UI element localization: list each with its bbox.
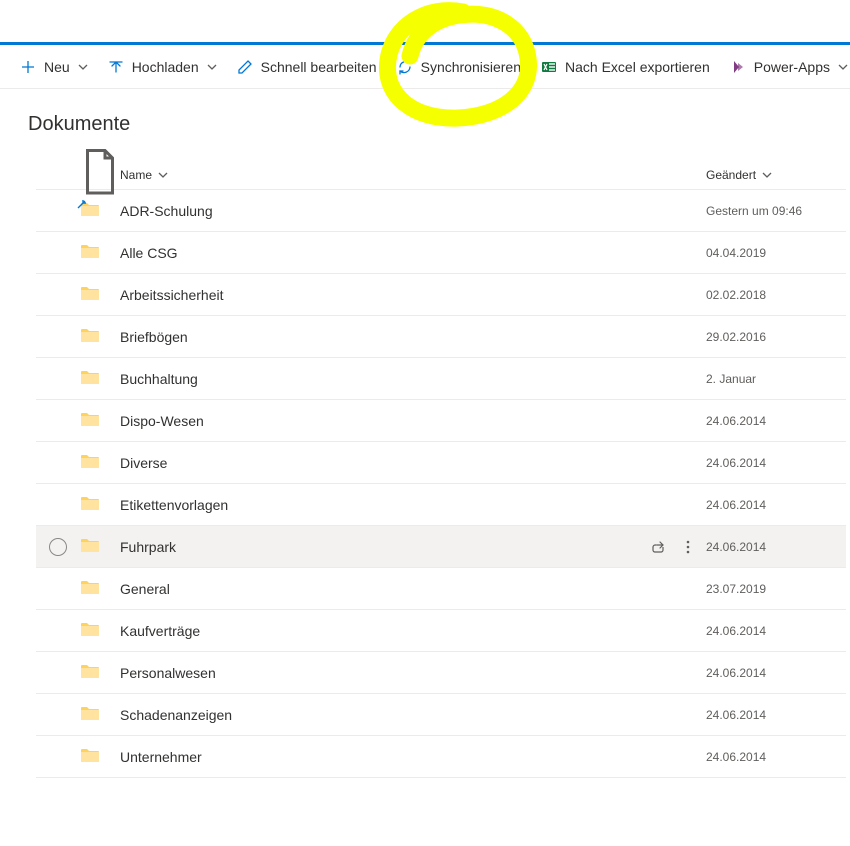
modified-date: 24.06.2014 [706,414,846,428]
chevron-down-icon [78,62,88,72]
folder-icon [80,582,100,598]
export-excel-button[interactable]: Nach Excel exportieren [533,53,718,81]
modified-date: 24.06.2014 [706,624,846,638]
list-row[interactable]: Alle CSG 04.04.2019 [36,232,846,274]
folder-name[interactable]: Dispo-Wesen [120,413,646,429]
modified-date: 24.06.2014 [706,666,846,680]
export-excel-label: Nach Excel exportieren [565,59,710,75]
list-row[interactable]: Diverse 24.06.2014 [36,442,846,484]
sync-label: Synchronisieren [421,59,521,75]
quick-edit-button[interactable]: Schnell bearbeiten [229,53,385,81]
list-row[interactable]: Buchhaltung 2. Januar [36,358,846,400]
more-icon[interactable] [680,539,696,555]
new-button[interactable]: Neu [12,53,96,81]
page-title: Dokumente [0,89,850,148]
modified-date: 02.02.2018 [706,288,846,302]
folder-name[interactable]: Schadenanzeigen [120,707,646,723]
folder-name[interactable]: Arbeitssicherheit [120,287,646,303]
name-column-label: Name [120,168,152,182]
folder-icon [80,330,100,346]
folder-icon [80,666,100,682]
folder-icon [80,246,100,262]
modified-date: 29.02.2016 [706,330,846,344]
list-row[interactable]: Briefbögen 29.02.2016 [36,316,846,358]
list-header-row: Name Geändert [36,148,846,190]
folder-icon [80,456,100,472]
modified-column-header[interactable]: Geändert [706,168,846,182]
modified-date: Gestern um 09:46 [706,204,846,218]
folder-icon [80,414,100,430]
folder-name[interactable]: Briefbögen [120,329,646,345]
modified-date: 24.06.2014 [706,456,846,470]
quick-edit-label: Schnell bearbeiten [261,59,377,75]
list-row[interactable]: General 23.07.2019 [36,568,846,610]
list-row[interactable]: Arbeitssicherheit 02.02.2018 [36,274,846,316]
chevron-down-icon [207,62,217,72]
command-bar: Neu Hochladen Schnell bearbeiten Synchro… [0,45,850,89]
chevron-down-icon [762,170,772,180]
folder-icon [80,204,100,220]
shortcut-badge [77,199,87,211]
modified-date: 24.06.2014 [706,498,846,512]
folder-icon [80,372,100,388]
folder-name[interactable]: Fuhrpark [120,539,646,555]
folder-name[interactable]: Diverse [120,455,646,471]
sync-button[interactable]: Synchronisieren [389,53,529,81]
folder-name[interactable]: General [120,581,646,597]
power-apps-icon [730,59,746,75]
share-icon[interactable] [650,539,666,555]
chevron-down-icon [158,170,168,180]
folder-icon [80,498,100,514]
folder-icon [80,624,100,640]
folder-name[interactable]: Personalwesen [120,665,646,681]
modified-date: 24.06.2014 [706,750,846,764]
modified-date: 24.06.2014 [706,540,846,554]
new-label: Neu [44,59,70,75]
upload-label: Hochladen [132,59,199,75]
modified-date: 24.06.2014 [706,708,846,722]
select-circle[interactable] [49,538,67,556]
chevron-down-icon [838,62,848,72]
folder-name[interactable]: Etikettenvorlagen [120,497,646,513]
folder-name[interactable]: ADR-Schulung [120,203,646,219]
pencil-icon [237,59,253,75]
modified-date: 04.04.2019 [706,246,846,260]
list-row[interactable]: Etikettenvorlagen 24.06.2014 [36,484,846,526]
folder-name[interactable]: Alle CSG [120,245,646,261]
modified-column-label: Geändert [706,168,756,182]
folder-name[interactable]: Unternehmer [120,749,646,765]
folder-icon [80,288,100,304]
power-apps-button[interactable]: Power-Apps [722,53,850,81]
list-row[interactable]: Personalwesen 24.06.2014 [36,652,846,694]
list-row[interactable]: Fuhrpark 24.06.2014 [36,526,846,568]
document-list: Name Geändert ADR-Schulung [0,148,850,778]
modified-date: 23.07.2019 [706,582,846,596]
folder-name[interactable]: Kaufverträge [120,623,646,639]
sync-icon [397,59,413,75]
folder-name[interactable]: Buchhaltung [120,371,646,387]
folder-icon [80,708,100,724]
power-apps-label: Power-Apps [754,59,830,75]
list-row[interactable]: Unternehmer 24.06.2014 [36,736,846,778]
upload-button[interactable]: Hochladen [100,53,225,81]
plus-icon [20,59,36,75]
upload-icon [108,59,124,75]
folder-icon [80,540,100,556]
name-column-header[interactable]: Name [120,168,646,182]
list-row[interactable]: Kaufverträge 24.06.2014 [36,610,846,652]
folder-icon [80,750,100,766]
list-row[interactable]: Dispo-Wesen 24.06.2014 [36,400,846,442]
excel-icon [541,59,557,75]
modified-date: 2. Januar [706,372,846,386]
list-row[interactable]: Schadenanzeigen 24.06.2014 [36,694,846,736]
list-row[interactable]: ADR-Schulung Gestern um 09:46 [36,190,846,232]
